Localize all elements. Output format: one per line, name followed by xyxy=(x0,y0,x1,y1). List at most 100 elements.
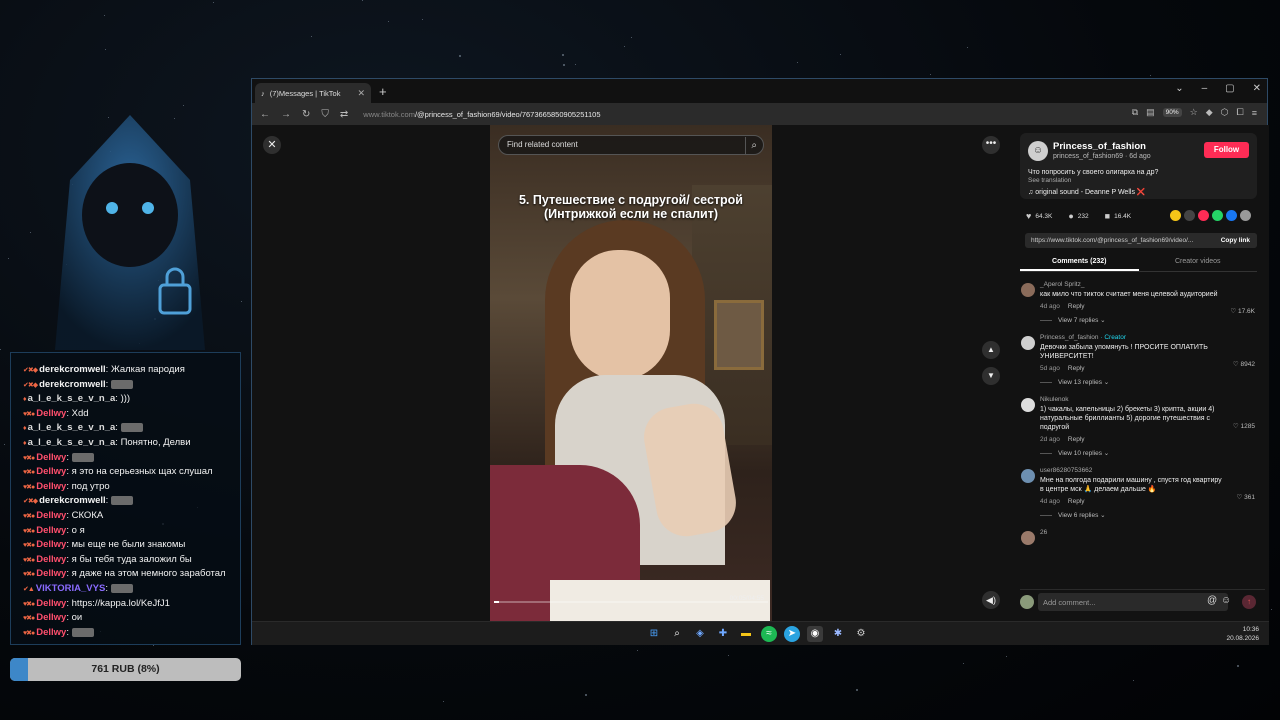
add-comment-input[interactable] xyxy=(1038,593,1228,611)
reply-button[interactable]: Reply xyxy=(1068,436,1085,443)
view-replies-button[interactable]: View 6 replies ⌄ xyxy=(1040,511,1265,519)
comment-icon[interactable]: ● xyxy=(1068,211,1073,221)
send-comment-icon[interactable]: ↑ xyxy=(1242,595,1256,609)
volume-icon[interactable]: ◀) xyxy=(982,591,1000,609)
chat-username[interactable]: a_l_e_k_s_e_v_n_a xyxy=(28,437,116,448)
chat-username[interactable]: Dellwy xyxy=(36,510,66,521)
share-friends-icon[interactable] xyxy=(1170,210,1181,221)
chat-username[interactable]: Dellwy xyxy=(36,408,66,419)
chat-username[interactable]: derekcromwell xyxy=(39,364,106,375)
comment-like-count[interactable]: ♡ 1285 xyxy=(1233,422,1255,430)
comment-username[interactable]: 26 xyxy=(1040,529,1265,536)
close-tab-icon[interactable]: ✕ xyxy=(357,88,365,99)
comment-like-count[interactable]: ♡ 17.6K xyxy=(1230,307,1255,315)
tab-creator-videos[interactable]: Creator videos xyxy=(1139,252,1258,271)
comment-avatar[interactable] xyxy=(1021,283,1035,297)
comment-avatar[interactable] xyxy=(1021,398,1035,412)
close-window-button[interactable]: ✕ xyxy=(1253,83,1261,94)
telegram-icon[interactable]: ➤ xyxy=(784,626,800,642)
copy-link-button[interactable]: Copy link xyxy=(1213,233,1257,248)
view-replies-button[interactable]: View 13 replies ⌄ xyxy=(1040,378,1265,386)
bookmark-star-icon[interactable]: ☆ xyxy=(1190,107,1198,118)
tab-comments[interactable]: Comments (232) xyxy=(1020,252,1139,271)
chat-username[interactable]: Dellwy xyxy=(36,466,66,477)
embed-icon[interactable] xyxy=(1184,210,1195,221)
reply-button[interactable]: Reply xyxy=(1068,303,1085,310)
comment-avatar[interactable] xyxy=(1021,531,1035,545)
comment-avatar[interactable] xyxy=(1021,336,1035,350)
chat-username[interactable]: derekcromwell xyxy=(39,379,106,390)
tab-list-icon[interactable]: ⌄ xyxy=(1175,83,1183,94)
address-bar[interactable]: www.tiktok.com/@princess_of_fashion69/vi… xyxy=(363,110,600,119)
mention-icon[interactable]: @ xyxy=(1207,595,1217,606)
video-progress-bar[interactable] xyxy=(494,601,768,603)
chat-username[interactable]: Dellwy xyxy=(36,452,66,463)
comment-like-count[interactable]: ♡ 8942 xyxy=(1233,360,1255,368)
menu-icon[interactable]: ≡ xyxy=(1252,108,1257,118)
comment-username[interactable]: Nikulenok xyxy=(1040,396,1265,403)
reader-icon[interactable]: ▤ xyxy=(1146,107,1155,118)
search-icon[interactable]: ⌕ xyxy=(669,626,685,642)
next-video-icon[interactable]: ▼ xyxy=(982,367,1000,385)
extension-icon[interactable]: ◆ xyxy=(1206,107,1213,118)
new-tab-button[interactable]: + xyxy=(379,84,387,99)
app-icon[interactable]: ⚙ xyxy=(853,626,869,642)
chat-username[interactable]: Dellwy xyxy=(36,554,66,565)
firefox-icon[interactable]: ◉ xyxy=(807,626,823,642)
chat-username[interactable]: Dellwy xyxy=(36,568,66,579)
comment-username[interactable]: Princess_of_fashion · Creator xyxy=(1040,334,1265,341)
follow-button[interactable]: Follow xyxy=(1204,142,1249,158)
search-icon[interactable]: ⌕ xyxy=(745,137,757,155)
comment-avatar[interactable] xyxy=(1021,469,1035,483)
chat-username[interactable]: a_l_e_k_s_e_v_n_a xyxy=(28,422,116,433)
whatsapp-icon[interactable] xyxy=(1212,210,1223,221)
comment-like-count[interactable]: ♡ 361 xyxy=(1237,493,1256,501)
maximize-button[interactable]: ▢ xyxy=(1225,83,1234,94)
bookmark-icon[interactable]: ■ xyxy=(1105,211,1110,221)
creator-avatar[interactable]: ☺ xyxy=(1028,141,1048,161)
share-more-icon[interactable] xyxy=(1240,210,1251,221)
chat-username[interactable]: derekcromwell xyxy=(39,495,106,506)
sound-link[interactable]: ♫ original sound - Deanne P Wells ❌ xyxy=(1028,188,1146,196)
emoji-icon[interactable]: ☺ xyxy=(1221,595,1231,606)
zoom-level[interactable]: 90% xyxy=(1162,108,1182,117)
app-icon[interactable]: ◈ xyxy=(692,626,708,642)
permissions-icon[interactable]: ⇄ xyxy=(340,109,348,120)
chat-username[interactable]: Dellwy xyxy=(36,627,66,638)
forward-icon[interactable]: → xyxy=(281,109,291,120)
more-options-icon[interactable]: ••• xyxy=(982,136,1000,154)
close-video-button[interactable]: ✕ xyxy=(263,136,281,154)
app-icon[interactable]: ✱ xyxy=(830,626,846,642)
previous-video-icon[interactable]: ▲ xyxy=(982,341,1000,359)
see-translation-link[interactable]: See translation xyxy=(1028,177,1071,184)
tab-tiktok[interactable]: ♪ (7)Messages | TikTok ✕ xyxy=(255,83,371,103)
shield-icon[interactable]: ⛉ xyxy=(321,109,329,120)
chat-username[interactable]: a_l_e_k_s_e_v_n_a xyxy=(28,393,116,404)
translate-icon[interactable]: ⧉ xyxy=(1132,107,1138,118)
reply-button[interactable]: Reply xyxy=(1068,365,1085,372)
pocket-icon[interactable]: ⬡ xyxy=(1221,107,1229,118)
like-icon[interactable]: ♥ xyxy=(1026,211,1031,221)
taskbar-clock[interactable]: 10:36 20.08.2026 xyxy=(1226,625,1259,643)
reply-button[interactable]: Reply xyxy=(1068,498,1085,505)
send-icon[interactable] xyxy=(1198,210,1209,221)
back-icon[interactable]: ← xyxy=(260,109,270,120)
chat-username[interactable]: Dellwy xyxy=(36,598,66,609)
start-icon[interactable]: ⊞ xyxy=(646,626,662,642)
view-replies-button[interactable]: View 10 replies ⌄ xyxy=(1040,449,1265,457)
comment-username[interactable]: _Aperol Spritz_ xyxy=(1040,281,1265,288)
find-related-search[interactable]: Find related content ⌕ xyxy=(498,135,764,155)
reload-icon[interactable]: ↻ xyxy=(302,109,310,120)
file-explorer-icon[interactable]: ▬ xyxy=(738,626,754,642)
chat-username[interactable]: Dellwy xyxy=(36,612,66,623)
facebook-icon[interactable] xyxy=(1226,210,1237,221)
extensions-puzzle-icon[interactable]: ⧠ xyxy=(1237,107,1244,118)
chat-username[interactable]: Dellwy xyxy=(36,481,66,492)
view-replies-button[interactable]: View 7 replies ⌄ xyxy=(1040,316,1265,324)
app-icon[interactable]: ✚ xyxy=(715,626,731,642)
chat-username[interactable]: Dellwy xyxy=(36,525,66,536)
video-player[interactable]: Find related content ⌕ 5. Путешествие с … xyxy=(490,125,772,621)
creator-name[interactable]: Princess_of_fashion xyxy=(1053,141,1146,152)
comment-username[interactable]: user86280753662 xyxy=(1040,467,1265,474)
minimize-button[interactable]: – xyxy=(1202,83,1208,94)
